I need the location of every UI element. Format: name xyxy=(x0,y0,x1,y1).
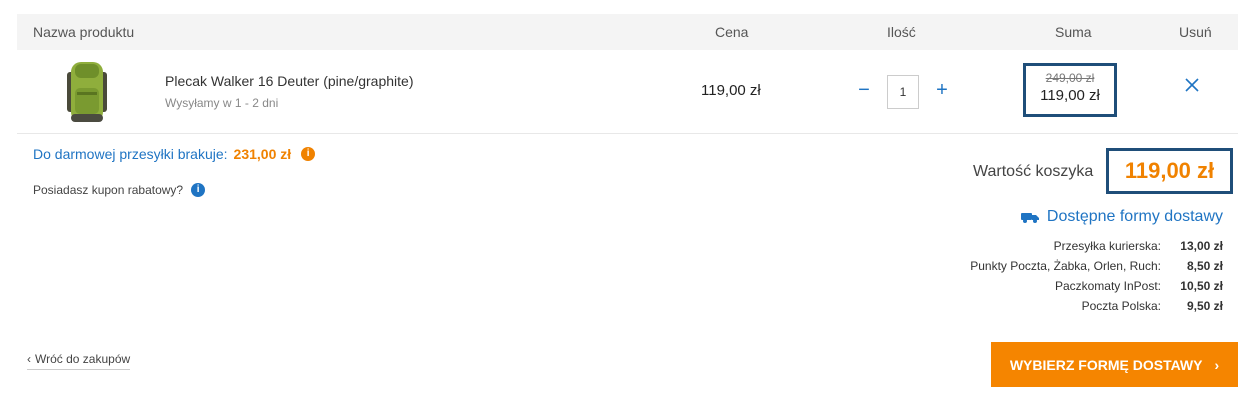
quantity-increase-button[interactable]: + xyxy=(933,80,951,100)
delivery-option: Paczkomaty InPost: 10,50 zł xyxy=(970,278,1223,298)
delivery-option: Poczta Polska: 9,50 zł xyxy=(970,298,1223,318)
old-price: 249,00 zł xyxy=(1045,71,1095,85)
info-icon[interactable]: i xyxy=(301,147,316,161)
shipping-time: Wysyłamy w 1 - 2 dni xyxy=(165,96,279,110)
delivery-option-label: Punkty Poczta, Żabka, Orlen, Ruch: xyxy=(970,259,1161,273)
delivery-options-link[interactable]: Dostępne formy dostawy xyxy=(1020,208,1223,226)
cart-total-value: 119,00 zł xyxy=(1106,148,1233,194)
chevron-left-icon: ‹ xyxy=(27,352,31,366)
delivery-option-label: Poczta Polska: xyxy=(1081,299,1161,313)
free-shipping-info: Do darmowej przesyłki brakuje: 231,00 zł… xyxy=(33,146,316,162)
quantity-input[interactable] xyxy=(887,75,919,109)
chevron-right-icon: › xyxy=(1214,356,1220,373)
cart-total-label: Wartość koszyka xyxy=(973,163,1094,180)
delivery-options-list: Przesyłka kurierska: 13,00 zł Punkty Poc… xyxy=(970,238,1223,318)
free-shipping-amount: 231,00 zł xyxy=(233,146,292,162)
choose-delivery-button[interactable]: WYBIERZ FORMĘ DOSTAWY › xyxy=(991,342,1238,387)
delivery-option-price: 9,50 zł xyxy=(1186,299,1223,313)
back-to-shopping-link[interactable]: ‹ Wróć do zakupów xyxy=(27,352,131,370)
cta-label: WYBIERZ FORMĘ DOSTAWY xyxy=(1009,356,1203,373)
delivery-option: Przesyłka kurierska: 13,00 zł xyxy=(970,238,1223,258)
delivery-option: Punkty Poczta, Żabka, Orlen, Ruch: 8,50 … xyxy=(970,258,1223,278)
remove-item-button[interactable] xyxy=(1185,78,1203,96)
quantity-decrease-button[interactable]: − xyxy=(855,80,873,100)
cart-item-row: Plecak Walker 16 Deuter (pine/graphite) … xyxy=(17,50,1238,134)
delivery-option-price: 8,50 zł xyxy=(1186,259,1223,273)
free-shipping-label: Do darmowej przesyłki brakuje: xyxy=(33,146,228,162)
column-header-product: Nazwa produktu xyxy=(33,24,135,40)
product-name[interactable]: Plecak Walker 16 Deuter (pine/graphite) xyxy=(165,73,414,89)
column-header-sum: Suma xyxy=(1055,24,1092,40)
info-icon[interactable]: i xyxy=(191,183,206,197)
coupon-toggle[interactable]: Posiadasz kupon rabatowy? i xyxy=(33,183,206,197)
delivery-option-price: 13,00 zł xyxy=(1180,239,1223,253)
delivery-option-label: Paczkomaty InPost: xyxy=(1054,279,1161,293)
new-price: 119,00 zł xyxy=(1040,87,1100,104)
cart-table-header: Nazwa produktu Cena Ilość Suma Usuń xyxy=(17,14,1238,50)
column-header-remove: Usuń xyxy=(1179,24,1212,40)
item-sum: 249,00 zł 119,00 zł xyxy=(1023,63,1117,117)
column-header-price: Cena xyxy=(715,24,749,40)
back-link-label: Wróć do zakupów xyxy=(35,352,131,366)
coupon-label: Posiadasz kupon rabatowy? xyxy=(33,183,184,197)
delivery-option-price: 10,50 zł xyxy=(1180,279,1223,293)
delivery-heading: Dostępne formy dostawy xyxy=(1046,208,1223,225)
backpack-icon[interactable] xyxy=(61,58,113,126)
delivery-option-label: Przesyłka kurierska: xyxy=(1053,239,1161,253)
close-icon xyxy=(1185,78,1199,92)
truck-icon xyxy=(1020,213,1039,223)
unit-price: 119,00 zł xyxy=(701,82,761,99)
column-header-quantity: Ilość xyxy=(887,24,916,40)
